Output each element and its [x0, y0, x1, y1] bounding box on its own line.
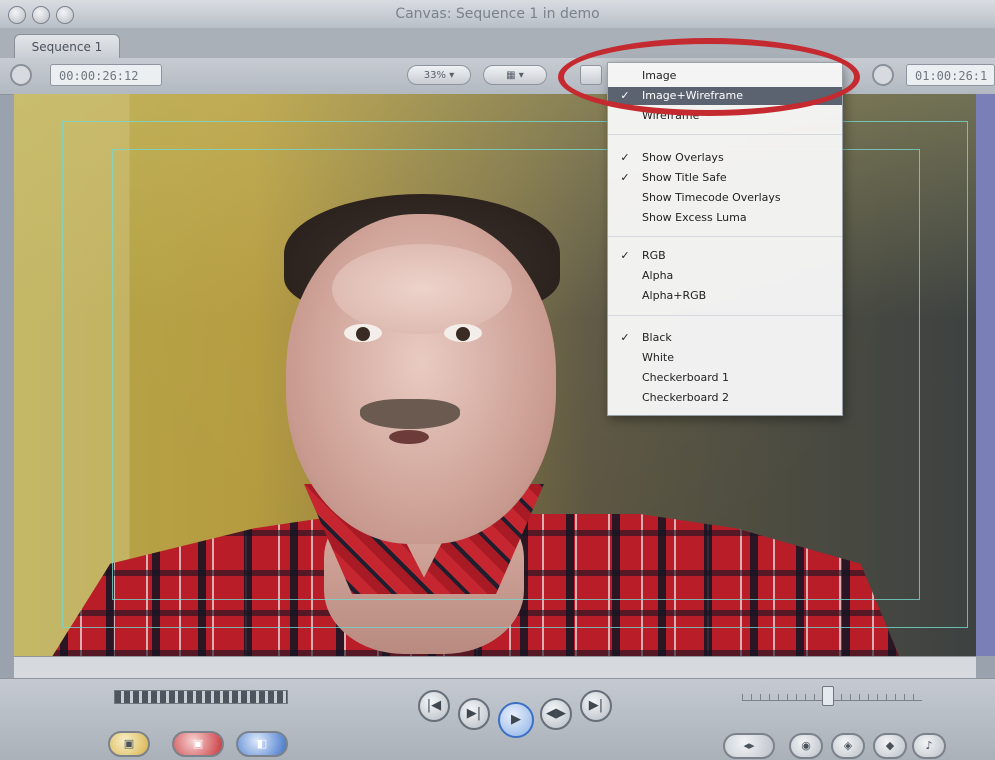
menu-item-checkerboard-2[interactable]: Checkerboard 2	[608, 389, 842, 407]
menu-separator	[608, 134, 842, 135]
play-icon[interactable]: ▶	[498, 702, 534, 738]
jog-slider-knob[interactable]	[822, 686, 834, 706]
go-to-previous-edit-icon[interactable]: |◀	[418, 690, 450, 722]
mark-in-out-icon[interactable]: ◂▸	[723, 733, 775, 759]
menu-item-black[interactable]: ✓ Black	[608, 329, 842, 347]
go-to-next-edit-icon[interactable]: ▶|	[580, 690, 612, 722]
play-in-to-out-icon[interactable]: ▶|	[458, 698, 490, 730]
menu-item-show-excess-luma[interactable]: Show Excess Luma	[608, 209, 842, 227]
zoom-popup[interactable]: 33% ▾	[407, 65, 471, 85]
menu-item-show-title-safe[interactable]: ✓ Show Title Safe	[608, 169, 842, 187]
menu-item-rgb[interactable]: ✓ RGB	[608, 247, 842, 265]
menu-item-white[interactable]: White	[608, 349, 842, 367]
scrubber-bar[interactable]	[14, 656, 976, 679]
window-title: Canvas: Sequence 1 in demo	[395, 6, 600, 22]
red-highlight-ellipse	[558, 38, 860, 116]
title-bar: Canvas: Sequence 1 in demo	[0, 0, 995, 29]
play-around-current-icon[interactable]: ◀▶	[540, 698, 572, 730]
add-keyframe-icon[interactable]: ◆	[873, 733, 907, 759]
view-popup[interactable]: ▦ ▾	[483, 65, 547, 85]
audio-icon[interactable]: ♪	[912, 733, 946, 759]
duration-clock-icon	[872, 64, 894, 86]
menu-separator	[608, 315, 842, 316]
jog-icon[interactable]	[10, 64, 32, 86]
duration-timecode: 01:00:26:1	[906, 64, 995, 86]
menu-item-show-overlays[interactable]: ✓ Show Overlays	[608, 149, 842, 167]
tab-row: Sequence 1	[0, 28, 995, 59]
menu-item-alpha[interactable]: Alpha	[608, 267, 842, 285]
overwrite-edit-icon[interactable]: ▣	[172, 731, 224, 757]
tab-sequence-1[interactable]: Sequence 1	[14, 34, 120, 59]
menu-item-show-timecode-overlays[interactable]: Show Timecode Overlays	[608, 189, 842, 207]
view-options-icon: ▦	[506, 70, 516, 81]
mark-clip-icon[interactable]: ◉	[789, 733, 823, 759]
shuttle-control[interactable]	[114, 690, 288, 704]
canvas-edge-strip	[976, 94, 995, 656]
insert-edit-icon[interactable]: ▣	[108, 731, 150, 757]
replace-edit-icon[interactable]: ◧	[236, 731, 288, 757]
menu-separator	[608, 236, 842, 237]
add-marker-icon[interactable]: ◈	[831, 733, 865, 759]
current-timecode[interactable]: 00:00:26:12	[50, 64, 162, 86]
menu-item-alpha-rgb[interactable]: Alpha+RGB	[608, 287, 842, 305]
menu-item-checkerboard-1[interactable]: Checkerboard 1	[608, 369, 842, 387]
